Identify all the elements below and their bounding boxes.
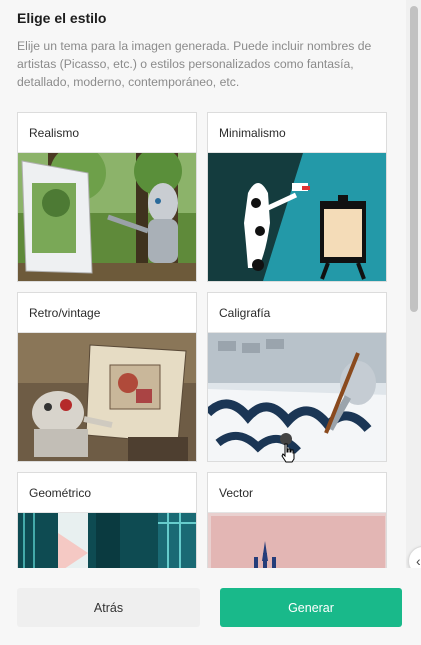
- page-description: Elije un tema para la imagen generada. P…: [17, 39, 372, 89]
- generate-button[interactable]: Generar: [220, 588, 402, 627]
- style-card-vector[interactable]: Vector: [207, 472, 387, 568]
- style-card-caligrafia[interactable]: Caligrafía: [207, 292, 387, 462]
- style-card-label: Realismo: [18, 113, 196, 153]
- hand-pointer-icon: [280, 443, 296, 463]
- style-card-label: Caligrafía: [208, 293, 386, 333]
- style-card-retro-vintage[interactable]: Retro/vintage: [17, 292, 197, 462]
- scrollbar-thumb[interactable]: [410, 6, 418, 312]
- style-card-label: Vector: [208, 473, 386, 513]
- style-card-geometrico[interactable]: Geométrico: [17, 472, 197, 568]
- chevron-left-icon: ‹: [416, 553, 421, 569]
- back-button[interactable]: Atrás: [17, 588, 200, 627]
- style-thumbnail-caligrafia: [208, 333, 386, 461]
- style-card-label: Minimalismo: [208, 113, 386, 153]
- style-thumbnail-retro-vintage: [18, 333, 196, 461]
- style-thumbnail-minimalismo: [208, 153, 386, 281]
- footer-bar: Atrás Generar: [0, 568, 421, 645]
- style-card-minimalismo[interactable]: Minimalismo: [207, 112, 387, 282]
- style-thumbnail-geometrico: [18, 513, 196, 568]
- page-title: Elige el estilo: [17, 10, 107, 26]
- style-thumbnail-vector: [208, 513, 386, 568]
- style-card-label: Retro/vintage: [18, 293, 196, 333]
- style-card-label: Geométrico: [18, 473, 196, 513]
- style-picker-panel: Elige el estilo Elije un tema para la im…: [0, 0, 406, 568]
- style-thumbnail-realismo: [18, 153, 196, 281]
- style-card-realismo[interactable]: Realismo: [17, 112, 197, 282]
